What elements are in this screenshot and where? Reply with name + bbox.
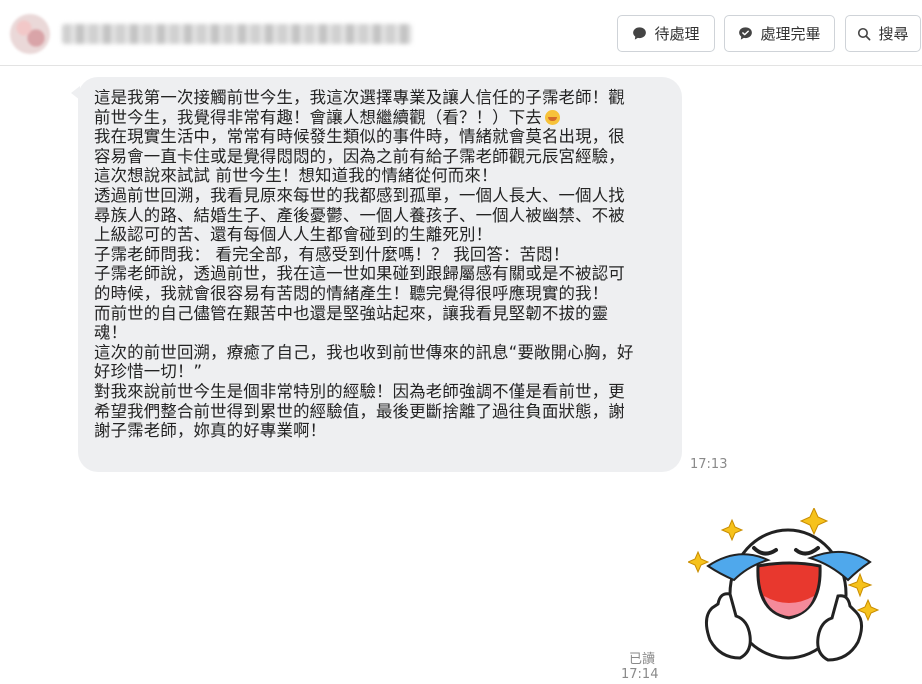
pending-button[interactable]: 待處理 <box>617 15 715 52</box>
message-line: 我在現實生活中，常常有時候發生類似的事件時，情緒就會莫名出現，很 <box>94 127 625 147</box>
done-button-label: 處理完畢 <box>760 25 821 43</box>
read-status: 已讀 <box>629 652 656 667</box>
message-line: 魂！ <box>94 323 128 343</box>
message-line: 子霈老師問我： 看完全部，有感受到什麼嗎！？ 我回答：苦悶！ <box>94 244 570 264</box>
incoming-message-bubble[interactable]: 這是我第一次接觸前世今生，我這次選擇專業及讓人信任的子霈老師！觀 前世今生，我覺… <box>78 77 682 472</box>
message-line: 的時候，我就會很容易有苦悶的情緒產生！聽完覺得很呼應現實的我！ <box>94 283 609 303</box>
chat-header: 待處理 處理完畢 搜尋 <box>0 0 922 66</box>
message-line: 容易會一直卡住或是覺得悶悶的，因為之前有給子霈老師觀元辰宮經驗， <box>94 146 625 166</box>
search-icon <box>858 27 871 40</box>
message-line: 這是我第一次接觸前世今生，我這次選擇專業及讓人信任的子霈老師！觀 <box>94 88 625 107</box>
message-line: 尋族人的路、結婚生子、產後憂鬱、一個人養孩子、一個人被幽禁、不被 <box>94 205 625 225</box>
message-line: 謝子霈老師，妳真的好專業啊！ <box>94 421 327 441</box>
message-timestamp: 17:13 <box>690 457 728 472</box>
grinning-face-emoji-icon <box>544 109 560 125</box>
check-bubble-icon <box>739 27 753 40</box>
crying-laughing-sticker-icon[interactable] <box>688 508 880 676</box>
message-line: 這次的前世回溯，療癒了自己，我也收到前世傳來的訊息“要敞開心胸，好 <box>94 342 634 362</box>
pending-button-label: 待處理 <box>654 25 700 43</box>
message-line: 對我來說前世今生是個非常特別的經驗！因為老師強調不僅是看前世，更 <box>94 381 625 401</box>
message-line: 子霈老師說，透過前世，我在這一世如果碰到跟歸屬感有關或是不被認可 <box>94 264 625 284</box>
search-button-label: 搜尋 <box>878 25 909 43</box>
message-line: 透過前世回溯，我看見原來每世的我都感到孤單，一個人長大、一個人找 <box>94 185 625 205</box>
message-line: 上級認可的苦、還有每個人人生都會碰到的生離死別！ <box>94 225 493 245</box>
speech-bubble-icon <box>633 27 647 40</box>
message-line: 而前世的自己儘管在艱苦中也還是堅強站起來，讓我看見堅韌不拔的靈 <box>94 303 609 323</box>
contact-avatar[interactable] <box>10 14 50 54</box>
reply-timestamp: 17:14 <box>621 667 659 682</box>
message-line: 好珍惜一切！” <box>94 362 203 382</box>
done-button[interactable]: 處理完畢 <box>724 15 835 52</box>
message-line: 這次想說來試試 前世今生！想知道我的情緒從何而來！ <box>94 166 498 186</box>
message-line: 希望我們整合前世得到累世的經驗值，最後更斷捨離了過往負面狀態，謝 <box>94 401 625 421</box>
search-button[interactable]: 搜尋 <box>845 15 921 52</box>
contact-name-blurred <box>62 24 412 44</box>
message-line: 前世今生，我覺得非常有趣！會讓人想繼續觀（看？！）下去 <box>94 108 668 128</box>
